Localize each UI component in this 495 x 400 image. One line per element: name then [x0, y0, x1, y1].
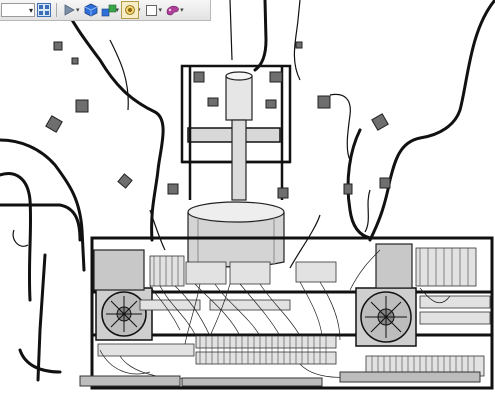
- multi-cube-icon: [101, 4, 116, 17]
- view-toolbar: ▾ ▾ ▾ ▾ ▾: [0, 0, 211, 21]
- chevron-down-icon: ▾: [28, 6, 33, 15]
- right-fan: [355, 287, 417, 347]
- grid-layout-button[interactable]: [35, 1, 53, 19]
- play-animation-button[interactable]: [60, 1, 78, 19]
- terminal-blocks: [97, 247, 491, 377]
- left-fan: [95, 287, 153, 341]
- cad-viewport[interactable]: [0, 0, 495, 400]
- camera-icon: [125, 5, 135, 15]
- multi-cube-button[interactable]: [100, 1, 118, 19]
- right-module: [375, 243, 413, 289]
- white-box-icon: [146, 4, 158, 16]
- blue-cube-button[interactable]: [82, 1, 100, 19]
- toolbar-separator: [56, 3, 57, 17]
- camera-button[interactable]: [121, 1, 140, 19]
- left-module: [93, 249, 145, 291]
- blue-cube-icon: [84, 3, 97, 17]
- play-animation-icon: [64, 4, 75, 16]
- material-icon: [166, 5, 179, 16]
- grid-layout-icon: [37, 3, 51, 17]
- view-mode-select[interactable]: ▾: [1, 3, 35, 17]
- material-button[interactable]: [164, 1, 182, 19]
- white-box-button[interactable]: [143, 1, 161, 19]
